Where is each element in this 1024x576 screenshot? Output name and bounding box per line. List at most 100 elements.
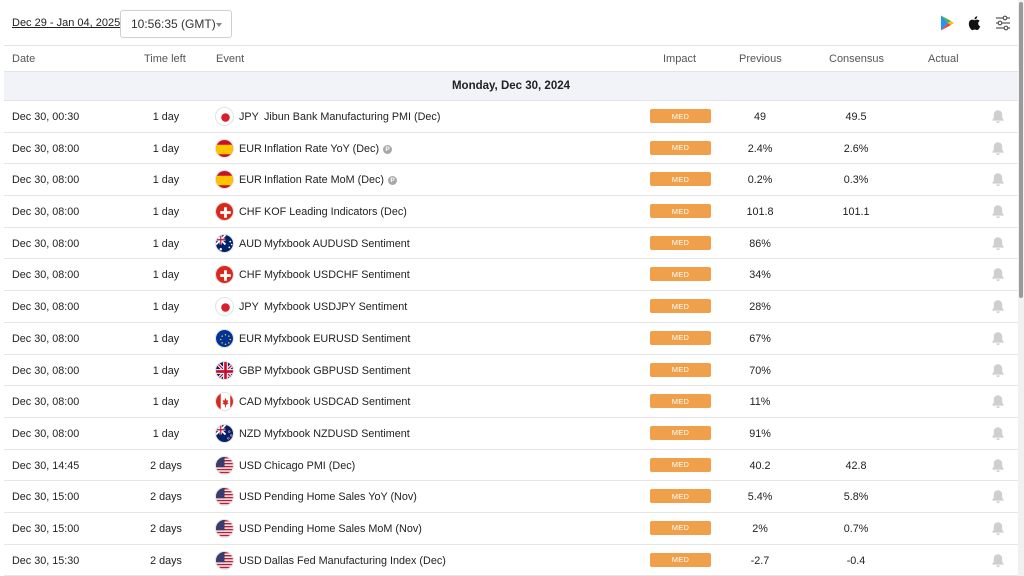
event-previous: 28% — [749, 301, 771, 314]
flag-nz-icon — [215, 423, 234, 443]
event-name[interactable]: Myfxbook EURUSD Sentiment — [264, 333, 410, 345]
scrollbar-thumb[interactable] — [1019, 2, 1023, 298]
google-play-icon[interactable] — [938, 14, 956, 32]
event-name[interactable]: Chicago PMI (Dec) — [264, 460, 355, 472]
bell-icon[interactable] — [991, 109, 1005, 124]
bell-icon[interactable] — [991, 141, 1005, 156]
event-name[interactable]: KOF Leading Indicators (Dec) — [264, 206, 407, 218]
event-name[interactable]: Myfxbook AUDUSD Sentiment — [264, 238, 410, 250]
event-consensus: 2.6% — [843, 142, 869, 155]
bell-icon[interactable] — [991, 204, 1005, 219]
bell-icon[interactable] — [991, 331, 1005, 346]
event-row[interactable]: Dec 30, 08:00 1 day AUD Myfxbook AUDUSD Sen… — [4, 228, 1018, 260]
bell-icon[interactable] — [991, 363, 1005, 378]
event-previous: 67% — [749, 332, 771, 345]
apple-icon[interactable] — [966, 14, 984, 32]
flag-us-icon — [215, 550, 234, 570]
flag-jp-icon — [215, 297, 234, 317]
event-name[interactable]: Pending Home Sales YoY (Nov) — [264, 491, 417, 503]
bell-icon[interactable] — [991, 426, 1005, 441]
event-date: Dec 30, 08:00 — [12, 269, 80, 282]
col-consensus[interactable]: Consensus — [829, 53, 884, 65]
event-row[interactable]: Dec 30, 08:00 1 day CAD Myfxbook USDCAD Sen… — [4, 386, 1018, 418]
flag-es-icon — [215, 138, 234, 158]
bell-icon[interactable] — [991, 553, 1005, 568]
event-row[interactable]: Dec 30, 08:00 1 day EUR Inflation Rate MoM … — [4, 164, 1018, 197]
event-rows: Dec 30, 00:30 1 day JPY Jibun Bank Manufact… — [4, 101, 1018, 576]
event-currency: NZD — [239, 427, 262, 440]
event-previous: 0.2% — [747, 174, 773, 187]
col-date[interactable]: Date — [12, 53, 35, 65]
event-name[interactable]: Jibun Bank Manufacturing PMI (Dec) — [264, 111, 440, 123]
impact-badge: MED — [650, 109, 711, 123]
event-consensus: 42.8 — [845, 459, 867, 472]
event-name[interactable]: Pending Home Sales MoM (Nov) — [264, 523, 422, 535]
day-header: Monday, Dec 30, 2024 — [4, 72, 1018, 101]
event-row[interactable]: Dec 30, 08:00 1 day EUR Inflation Rate YoY … — [4, 133, 1018, 165]
event-name[interactable]: Dallas Fed Manufacturing Index (Dec) — [264, 555, 446, 567]
event-currency: USD — [239, 522, 262, 535]
event-previous: -2.7 — [750, 554, 770, 567]
flag-ch-icon — [215, 202, 234, 222]
chevron-down-icon — [216, 23, 222, 27]
col-previous[interactable]: Previous — [739, 53, 782, 65]
col-actual[interactable]: Actual — [928, 53, 959, 65]
bell-icon[interactable] — [991, 458, 1005, 473]
event-consensus: 0.7% — [843, 522, 869, 535]
event-row[interactable]: Dec 30, 08:00 1 day CHF Myfxbook USDCHF Sen… — [4, 259, 1018, 292]
scrollbar[interactable] — [1018, 0, 1024, 576]
event-row[interactable]: Dec 30, 00:30 1 day JPY Jibun Bank Manufact… — [4, 101, 1018, 133]
bell-icon[interactable] — [991, 521, 1005, 536]
event-date: Dec 30, 08:00 — [12, 206, 80, 219]
col-time-left[interactable]: Time left — [144, 53, 186, 65]
filter-settings-icon[interactable] — [994, 14, 1012, 32]
event-name[interactable]: Myfxbook GBPUSD Sentiment — [264, 365, 410, 377]
bell-icon[interactable] — [991, 489, 1005, 504]
flag-ch-icon — [215, 265, 234, 285]
event-consensus: 101.1 — [842, 206, 870, 219]
timezone-value: 10:56:35 (GMT) — [131, 17, 216, 31]
event-time-left: 2 days — [150, 554, 182, 567]
event-name[interactable]: Myfxbook USDJPY Sentiment — [264, 301, 407, 313]
event-previous: 70% — [749, 364, 771, 377]
col-event[interactable]: Event — [216, 53, 244, 65]
event-currency: GBP — [239, 364, 262, 377]
date-range-link[interactable]: Dec 29 - Jan 04, 2025 — [12, 17, 120, 29]
event-currency: EUR — [239, 142, 262, 155]
event-row[interactable]: Dec 30, 08:00 1 day JPY Myfxbook USDJPY Sen… — [4, 291, 1018, 323]
impact-badge: MED — [650, 299, 711, 314]
event-previous: 11% — [749, 396, 771, 409]
event-name[interactable]: Inflation Rate MoM (Dec) P — [264, 174, 398, 186]
col-impact[interactable]: Impact — [663, 53, 696, 65]
event-time-left: 1 day — [152, 269, 180, 282]
event-row[interactable]: Dec 30, 15:30 2 days USD Dallas Fed Manufac… — [4, 545, 1018, 576]
event-date: Dec 30, 08:00 — [12, 142, 80, 155]
event-name[interactable]: Inflation Rate YoY (Dec) P — [264, 143, 393, 155]
flag-eu-icon — [215, 328, 234, 348]
event-row[interactable]: Dec 30, 08:00 1 day NZD Myfxbook NZDUSD Sen… — [4, 418, 1018, 450]
event-name[interactable]: Myfxbook USDCAD Sentiment — [264, 396, 410, 408]
bell-icon[interactable] — [991, 299, 1005, 314]
event-previous: 49 — [753, 111, 766, 123]
event-name[interactable]: Myfxbook NZDUSD Sentiment — [264, 428, 410, 440]
event-name[interactable]: Myfxbook USDCHF Sentiment — [264, 269, 410, 281]
impact-badge: MED — [650, 425, 711, 440]
event-currency: JPY — [239, 111, 259, 123]
event-name-text: Myfxbook EURUSD Sentiment — [264, 332, 411, 345]
bell-icon[interactable] — [991, 236, 1005, 251]
flag-au-icon — [215, 233, 234, 253]
event-row[interactable]: Dec 30, 08:00 1 day EUR Myfxbook EURUSD Sen… — [4, 323, 1018, 355]
bell-icon[interactable] — [991, 172, 1005, 187]
event-row[interactable]: Dec 30, 08:00 1 day GBP Myfxbook GBPUSD Sen… — [4, 355, 1018, 387]
timezone-select[interactable]: 10:56:35 (GMT) — [120, 10, 232, 38]
bell-icon[interactable] — [991, 394, 1005, 409]
table-header: Date Time left Event Impact Previous Con… — [4, 45, 1018, 72]
event-previous: 101.8 — [746, 206, 774, 219]
event-row[interactable]: Dec 30, 15:00 2 days USD Pending Home Sales… — [4, 481, 1018, 513]
event-row[interactable]: Dec 30, 08:00 1 day CHF KOF Leading Indicat… — [4, 196, 1018, 228]
event-row[interactable]: Dec 30, 14:45 2 days USD Chicago PMI (Dec) M… — [4, 450, 1018, 482]
event-date: Dec 30, 15:30 — [12, 554, 80, 567]
event-time-left: 1 day — [152, 301, 180, 314]
event-row[interactable]: Dec 30, 15:00 2 days USD Pending Home Sales… — [4, 513, 1018, 545]
bell-icon[interactable] — [991, 267, 1005, 282]
